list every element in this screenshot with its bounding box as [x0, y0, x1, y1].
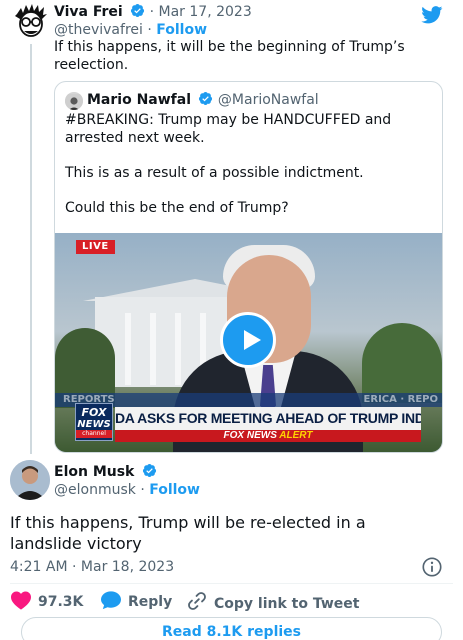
author-handle[interactable]: @thevivafrei	[54, 22, 143, 38]
quoted-paragraph: Could this be the end of Trump?	[65, 199, 289, 216]
separator-dot: ·	[140, 482, 145, 498]
alert-bar: FOX NEWS ALERT	[115, 430, 421, 442]
tweet-time: 4:21 AM	[10, 559, 68, 575]
tweet-timestamp[interactable]: 4:21 AM · Mar 18, 2023	[10, 558, 174, 576]
copy-link-label: Copy link to Tweet	[214, 596, 360, 612]
info-icon[interactable]	[421, 556, 443, 578]
author-name[interactable]: Viva Frei	[54, 4, 123, 20]
news-headline: DA ASKS FOR MEETING AHEAD OF TRUMP INDIC…	[115, 407, 421, 430]
author-name[interactable]: Elon Musk	[54, 464, 134, 480]
reply-button[interactable]: Reply	[100, 590, 172, 612]
alert-word: ALERT	[279, 430, 313, 441]
cartoon-portrait-icon	[15, 4, 47, 37]
quoted-tweet-card[interactable]: Mario Nawfal @MarioNawfal #BREAKING: Tru…	[54, 81, 443, 453]
link-icon	[188, 592, 206, 610]
follow-button[interactable]: Follow	[156, 22, 207, 38]
tweet-text: If this happens, it will be the beginnin…	[54, 39, 405, 73]
heart-icon	[11, 591, 31, 610]
play-icon[interactable]	[220, 312, 276, 368]
main-handle-row: @elonmusk · Follow	[54, 481, 200, 499]
like-count: 97.3K	[38, 594, 84, 610]
tweet-date: Mar 18, 2023	[80, 559, 175, 575]
avatar[interactable]	[14, 4, 48, 38]
quoted-tweet-text: #BREAKING: Trump may be HANDCUFFED and a…	[65, 112, 395, 235]
tweet-text: If this happens, Trump will be re-electe…	[10, 513, 366, 553]
read-replies-button[interactable]: Read 8.1K replies	[21, 617, 442, 640]
column	[125, 313, 131, 385]
column	[150, 313, 156, 385]
separator-dot: ·	[149, 4, 155, 20]
like-button[interactable]: 97.3K	[10, 590, 83, 612]
main-author-row: Elon Musk	[54, 463, 157, 481]
parent-handle-row: @thevivafrei · Follow	[54, 21, 207, 39]
quoted-avatar	[65, 92, 83, 110]
verified-badge-icon	[199, 92, 213, 105]
logo-text: channel	[76, 430, 112, 438]
verified-badge-icon	[131, 4, 145, 17]
logo-text: FOX	[81, 406, 107, 419]
separator-dot: ·	[72, 559, 77, 575]
tweet-date[interactable]: Mar 17, 2023	[159, 4, 252, 20]
thread-line	[30, 44, 32, 454]
quoted-paragraph: This is as a result of a possible indict…	[65, 164, 364, 181]
network-logo: FOX NEWS channel	[75, 403, 113, 441]
video-player[interactable]: LIVE REPORTS ERICA · REPO FOX NEWS chann…	[55, 233, 442, 452]
separator-dot: ·	[147, 22, 152, 38]
reply-label: Reply	[128, 594, 173, 610]
divider	[10, 583, 453, 584]
parent-author-row: Viva Frei · Mar 17, 2023	[54, 3, 252, 21]
twitter-bird-icon[interactable]	[421, 6, 443, 24]
verified-badge-icon	[142, 464, 156, 477]
speech-bubble-icon	[101, 591, 121, 610]
live-badge: LIVE	[76, 240, 115, 254]
follow-button[interactable]: Follow	[149, 482, 200, 498]
quoted-paragraph: #BREAKING: Trump may be HANDCUFFED and a…	[65, 112, 392, 146]
quoted-author-name: Mario Nawfal	[87, 92, 192, 108]
avatar[interactable]	[10, 460, 50, 500]
copy-link-button[interactable]: Copy link to Tweet	[186, 590, 359, 612]
portrait-photo-icon	[10, 460, 50, 500]
quoted-author-row: Mario Nawfal @MarioNawfal	[87, 91, 319, 109]
ticker-text: ERICA · REPO	[363, 394, 438, 405]
parent-tweet: Viva Frei · Mar 17, 2023 @thevivafrei · …	[0, 0, 463, 458]
column	[175, 313, 181, 385]
alert-prefix: FOX NEWS	[223, 430, 277, 441]
quoted-author-handle: @MarioNawfal	[217, 92, 319, 108]
author-handle[interactable]: @elonmusk	[54, 482, 136, 498]
portrait-photo-icon	[65, 93, 83, 110]
logo-text: NEWS	[77, 419, 111, 430]
trees	[362, 323, 442, 403]
